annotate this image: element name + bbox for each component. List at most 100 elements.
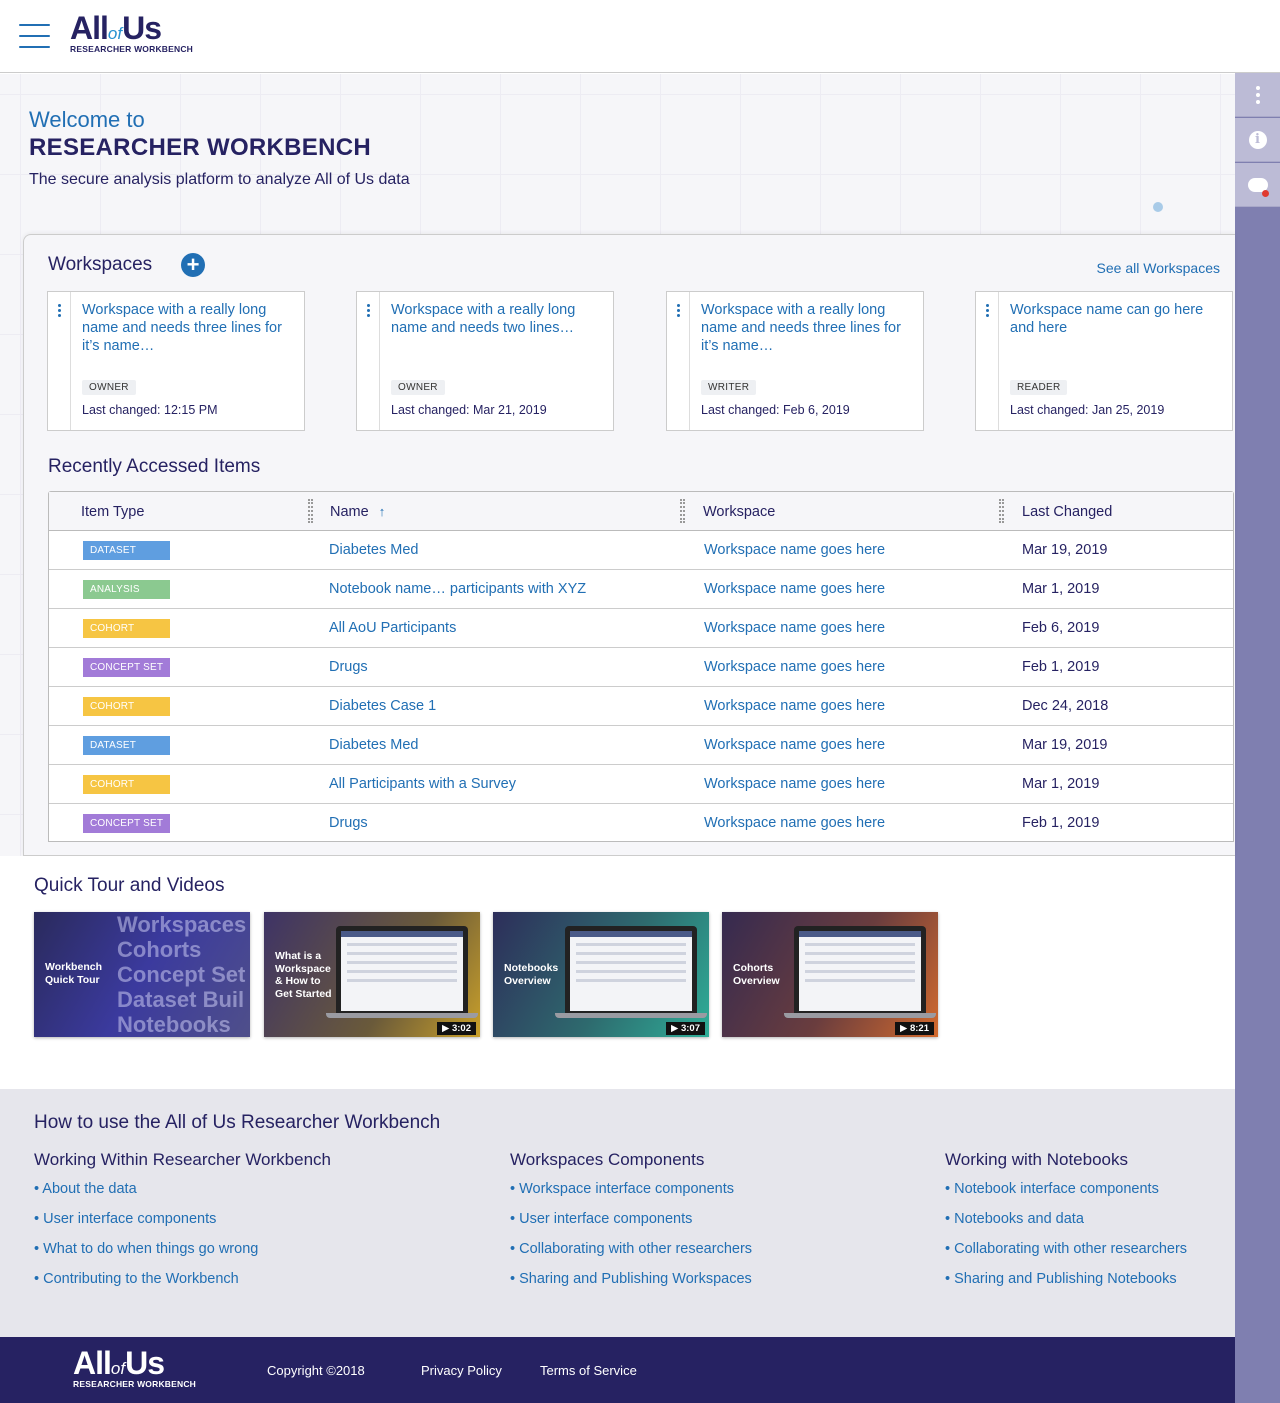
workspace-card[interactable]: Workspace with a really long name and ne… [47,291,305,431]
table-row[interactable]: COHORT Diabetes Case 1 Workspace name goes… [49,687,1233,726]
last-changed-cell: Dec 24, 2018 [1022,698,1109,714]
last-changed-cell: Mar 19, 2019 [1022,542,1108,558]
more-options-button[interactable] [1235,73,1280,117]
table-row[interactable]: COHORT All Participants with a Survey Work… [49,765,1233,804]
welcome-subtitle: The secure analysis platform to analyze … [29,171,410,188]
column-resize-handle[interactable] [308,499,313,523]
hamburger-menu-icon[interactable] [19,24,50,48]
help-link[interactable]: • Contributing to the Workbench [34,1271,331,1301]
laptop-base [555,1013,707,1018]
help-link[interactable]: • About the data [34,1181,331,1211]
video-what-is-a-workspace[interactable]: What is a Workspace & How to Get Started ▶ … [264,912,480,1037]
access-level-badge: WRITER [701,380,757,395]
table-row[interactable]: CONCEPT SET Drugs Workspace name goes here… [49,804,1233,843]
item-type-badge: COHORT [83,775,170,794]
help-info-button[interactable]: i [1235,118,1280,162]
see-all-workspaces-link[interactable]: See all Workspaces [1097,260,1220,276]
footer-logo[interactable]: AllofUs RESEARCHER WORKBENCH [73,1347,196,1389]
workspace-card-menu-icon[interactable] [976,292,999,430]
help-link[interactable]: • Notebooks and data [945,1211,1187,1241]
workspace-name-link[interactable]: Workspace name can go here and here [1010,301,1221,337]
item-name-link[interactable]: Diabetes Med [329,542,418,558]
column-resize-handle[interactable] [999,499,1004,523]
video-title: Workbench Quick Tour [45,961,102,986]
workspace-card-menu-icon[interactable] [667,292,690,430]
privacy-policy-link[interactable]: Privacy Policy [421,1363,502,1378]
workspace-link[interactable]: Workspace name goes here [704,737,885,753]
copyright-text: Copyright ©2018 [267,1363,365,1378]
last-changed-text: Last changed: 12:15 PM [82,403,218,417]
workspace-name-link[interactable]: Workspace with a really long name and ne… [391,301,602,337]
recent-items-title: Recently Accessed Items [48,456,261,477]
help-link[interactable]: • User interface components [510,1211,752,1241]
help-link[interactable]: • Collaborating with other researchers [510,1241,752,1271]
sort-ascending-icon[interactable]: ↑ [379,504,386,519]
workspace-link[interactable]: Workspace name goes here [704,620,885,636]
help-column-heading: Workspaces Components [510,1150,705,1169]
table-row[interactable]: DATASET Diabetes Med Workspace name goes h… [49,531,1233,570]
welcome-heading: Welcome to [29,107,145,132]
homepage-main: Welcome to RESEARCHER WORKBENCH The secu… [0,74,1235,856]
workspace-card[interactable]: Workspace with a really long name and ne… [356,291,614,431]
workspace-card[interactable]: Workspace with a really long name and ne… [666,291,924,431]
access-level-badge: READER [1010,380,1068,395]
workspace-name-link[interactable]: Workspace with a really long name and ne… [82,301,293,355]
item-name-link[interactable]: Drugs [329,659,368,675]
video-workbench-quick-tour[interactable]: Workspaces Cohorts Concept Set Dataset B… [34,912,250,1037]
item-name-link[interactable]: Diabetes Case 1 [329,698,436,714]
column-header-workspace[interactable]: Workspace [703,504,775,520]
item-type-badge: ANALYSIS [83,580,170,599]
workspace-card-menu-icon[interactable] [48,292,71,430]
workspace-link[interactable]: Workspace name goes here [704,581,885,597]
help-link[interactable]: • Sharing and Publishing Workspaces [510,1271,752,1301]
item-name-link[interactable]: Drugs [329,815,368,831]
table-row[interactable]: CONCEPT SET Drugs Workspace name goes here… [49,648,1233,687]
laptop-thumbnail [794,926,926,1014]
table-header: Item Type Name ↑ Workspace Last Changed [49,492,1233,531]
terms-of-service-link[interactable]: Terms of Service [540,1363,637,1378]
table-row[interactable]: COHORT All AoU Participants Workspace name… [49,609,1233,648]
last-changed-text: Last changed: Mar 21, 2019 [391,403,547,417]
add-workspace-button[interactable]: + [181,253,205,277]
help-link[interactable]: • User interface components [34,1211,331,1241]
more-vertical-icon [1255,85,1260,104]
column-resize-handle[interactable] [680,499,685,523]
workspace-card[interactable]: Workspace name can go here and here READ… [975,291,1233,431]
table-body: DATASET Diabetes Med Workspace name goes h… [49,531,1233,843]
column-header-last-changed[interactable]: Last Changed [1022,504,1112,520]
video-cohorts-overview[interactable]: Cohorts Overview ▶ 8:21 [722,912,938,1037]
item-name-link[interactable]: Diabetes Med [329,737,418,753]
workspaces-title: Workspaces [48,254,153,275]
workspace-card-menu-icon[interactable] [357,292,380,430]
laptop-base [326,1013,478,1018]
help-link[interactable]: • Notebook interface components [945,1181,1187,1211]
help-link[interactable]: • What to do when things go wrong [34,1241,331,1271]
workspace-name-link[interactable]: Workspace with a really long name and ne… [701,301,912,355]
item-name-link[interactable]: All Participants with a Survey [329,776,516,792]
help-link[interactable]: • Collaborating with other researchers [945,1241,1187,1271]
item-name-link[interactable]: Notebook name… participants with XYZ [329,581,586,597]
runtime-status-button[interactable] [1235,163,1280,207]
how-to-section: How to use the All of Us Researcher Work… [0,1089,1235,1337]
video-notebooks-overview[interactable]: Notebooks Overview ▶ 3:07 [493,912,709,1037]
all-of-us-logo[interactable]: AllofUs RESEARCHER WORKBENCH [70,12,193,54]
workspaces-panel: Workspaces + See all Workspaces Workspac… [23,234,1235,856]
item-name-link[interactable]: All AoU Participants [329,620,456,636]
add-circle-icon: + [186,252,200,277]
table-row[interactable]: ANALYSIS Notebook name… participants with… [49,570,1233,609]
help-column-workspaces: Workspaces Components • Workspace interf… [510,1150,752,1301]
table-row[interactable]: DATASET Diabetes Med Workspace name goes h… [49,726,1233,765]
help-link[interactable]: • Sharing and Publishing Notebooks [945,1271,1187,1301]
column-header-item-type[interactable]: Item Type [81,504,144,520]
help-link[interactable]: • Workspace interface components [510,1181,752,1211]
item-type-badge: DATASET [83,736,170,755]
workspace-link[interactable]: Workspace name goes here [704,698,885,714]
workspace-link[interactable]: Workspace name goes here [704,776,885,792]
workspace-link[interactable]: Workspace name goes here [704,542,885,558]
last-changed-cell: Mar 1, 2019 [1022,581,1100,597]
recent-items-table: Item Type Name ↑ Workspace Last Changed D… [48,491,1234,842]
column-header-name[interactable]: Name ↑ [330,504,385,520]
right-help-sidebar: i [1235,73,1280,1403]
workspace-link[interactable]: Workspace name goes here [704,659,885,675]
workspace-link[interactable]: Workspace name goes here [704,815,885,831]
